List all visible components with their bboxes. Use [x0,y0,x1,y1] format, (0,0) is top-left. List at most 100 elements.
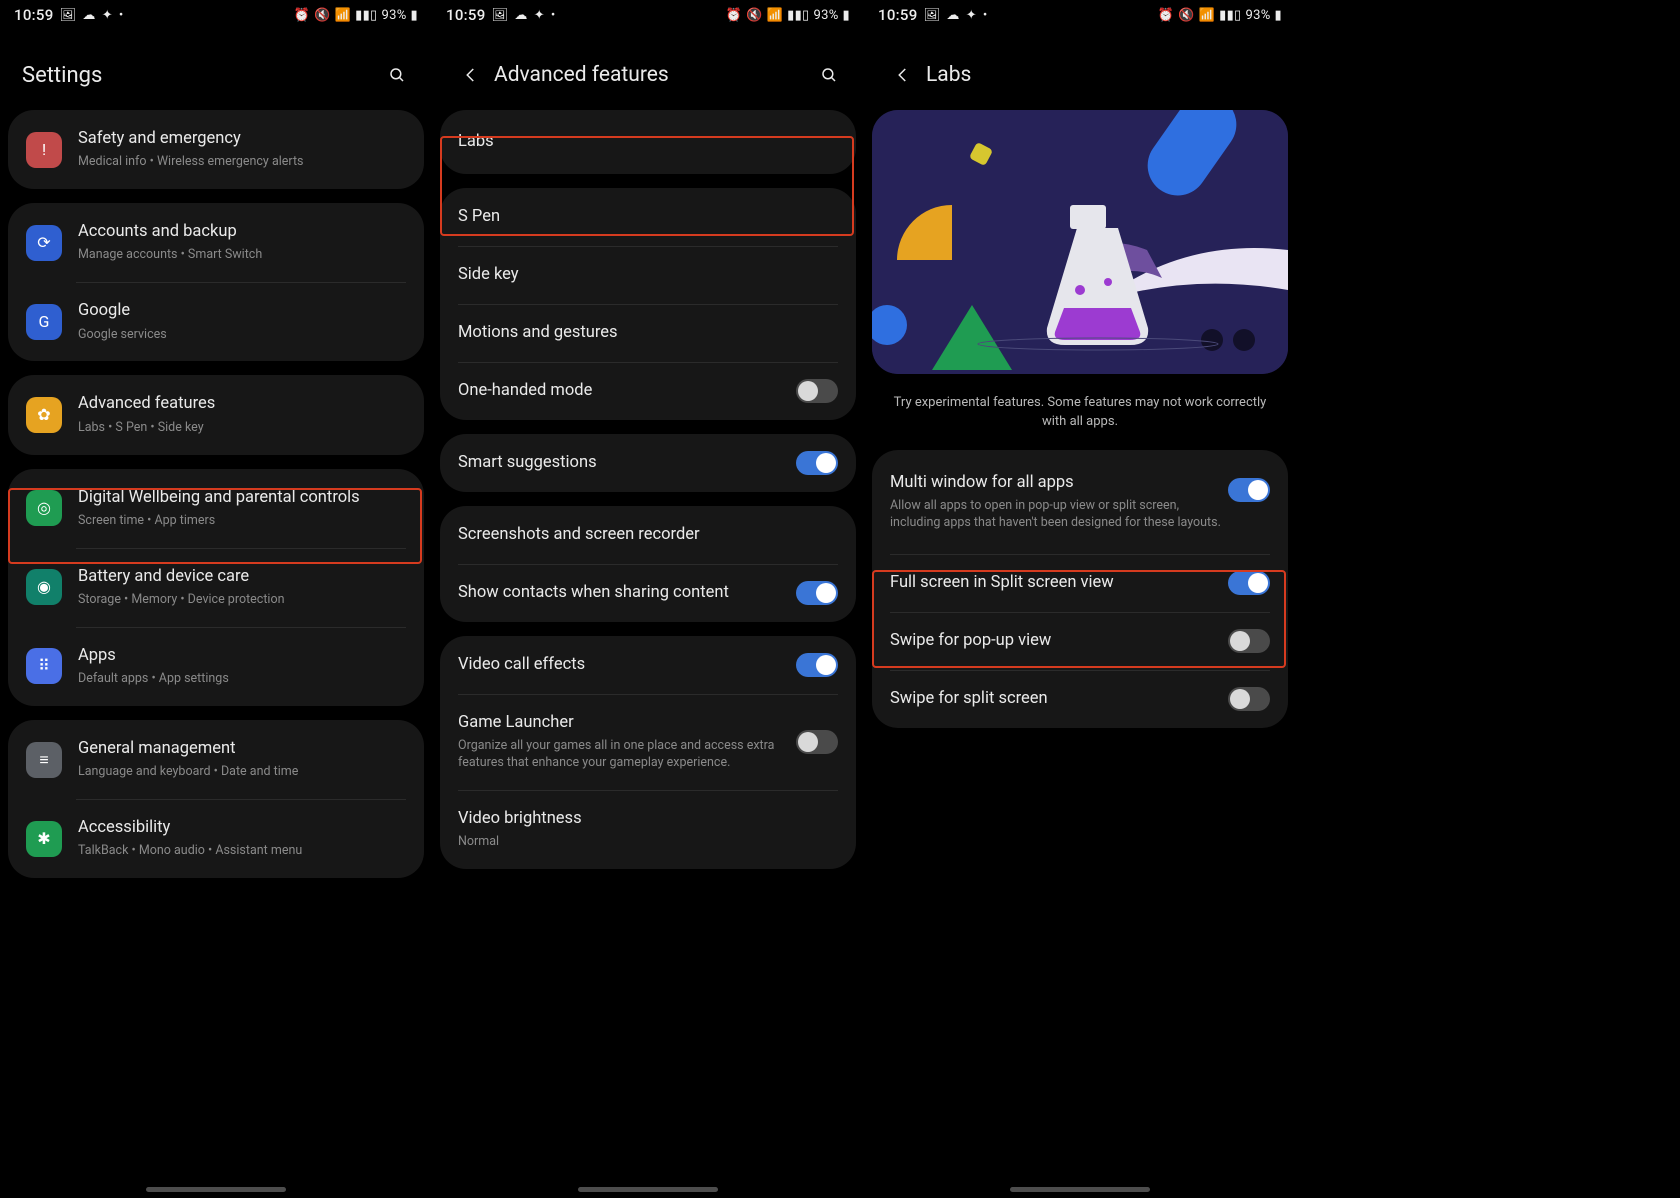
battery-icon: ▮ [843,8,850,23]
signal-icon: ▮▮▯ [787,8,809,23]
item-title: Safety and emergency [78,128,406,150]
battery-text: 93% [813,8,838,23]
mute-icon: 🔇 [314,8,331,23]
wifi-icon: 📶 [767,8,784,23]
search-icon[interactable] [812,58,846,92]
alarm-icon: ⏰ [294,8,311,23]
fitbit-icon: ✦ [102,8,113,23]
wifi-icon: 📶 [335,8,352,23]
mute-icon: 🔇 [1178,8,1195,23]
item-google[interactable]: G Google Google services [8,282,424,361]
more-icon: • [983,8,988,23]
item-accounts[interactable]: ⟳ Accounts and backup Manage accounts • … [8,203,424,282]
toggle-onehanded[interactable] [796,379,838,403]
group-input: S Pen Side key Motions and gestures One-… [440,188,856,420]
item-apps[interactable]: ⠿ Apps Default apps • App settings [8,627,424,706]
status-bar: 10:59 🖼 ☁ ✦ • ⏰ 🔇 📶 ▮▮▯ 93% ▮ [432,0,864,28]
item-full-screen-split[interactable]: Full screen in Split screen view [872,554,1288,612]
item-labs[interactable]: Labs [440,110,856,174]
fitbit-icon: ✦ [966,8,977,23]
group-media: Video call effects Game Launcher Organiz… [440,636,856,869]
item-motions[interactable]: Motions and gestures [440,304,856,362]
header-advanced: Advanced features [432,28,864,110]
item-video-call-effects[interactable]: Video call effects [440,636,856,694]
toggle-game-launcher[interactable] [796,730,838,754]
toggle-multi-window[interactable] [1228,478,1270,502]
alarm-icon: ⏰ [726,8,743,23]
item-share-contacts[interactable]: Show contacts when sharing content [440,564,856,622]
group-labs-options: Multi window for all apps Allow all apps… [872,450,1288,728]
status-bar: 10:59 🖼 ☁ ✦ • ⏰ 🔇 📶 ▮▮▯ 93% ▮ [0,0,432,28]
group-accounts-google: ⟳ Accounts and backup Manage accounts • … [8,203,424,361]
status-time: 10:59 [14,6,54,24]
toggle-swipe-popup[interactable] [1228,629,1270,653]
item-multi-window[interactable]: Multi window for all apps Allow all apps… [872,450,1288,554]
toggle-full-screen-split[interactable] [1228,571,1270,595]
item-video-brightness[interactable]: Video brightness Normal [440,790,856,869]
sliders-icon: ≡ [39,752,48,768]
item-battery-care[interactable]: ◉ Battery and device care Storage • Memo… [8,548,424,627]
wifi-icon: 📶 [1199,8,1216,23]
cloud-icon: ☁ [946,8,959,23]
back-button[interactable] [454,58,488,92]
item-screenshots[interactable]: Screenshots and screen recorder [440,506,856,564]
labs-hero [872,110,1288,374]
alarm-icon: ⏰ [1158,8,1175,23]
group-smart: Smart suggestions [440,434,856,492]
item-sidekey[interactable]: Side key [440,246,856,304]
toggle-swipe-split[interactable] [1228,687,1270,711]
battery-text: 93% [381,8,406,23]
phone-labs: 10:59 🖼 ☁ ✦ • ⏰ 🔇 📶 ▮▮▯ 93% ▮ Labs [864,0,1296,1198]
device-icon: ◉ [37,579,51,595]
item-safety[interactable]: ! Safety and emergency Medical info • Wi… [8,110,424,189]
status-time: 10:59 [446,6,486,24]
page-title: Advanced features [494,63,812,87]
search-icon[interactable] [380,58,414,92]
header-labs: Labs [864,28,1296,110]
nav-pill[interactable] [146,1187,286,1192]
mute-icon: 🔇 [746,8,763,23]
google-icon: G [39,314,50,330]
back-button[interactable] [886,58,920,92]
signal-icon: ▮▮▯ [1219,8,1241,23]
header-settings: Settings [0,28,432,110]
gallery-icon: 🖼 [60,8,77,23]
gallery-icon: 🖼 [492,8,509,23]
heart-icon: ◎ [37,500,51,516]
toggle-smart-suggestions[interactable] [796,451,838,475]
labs-note: Try experimental features. Some features… [864,388,1296,450]
item-swipe-split[interactable]: Swipe for split screen [872,670,1288,728]
nav-pill[interactable] [578,1187,718,1192]
item-general-management[interactable]: ≡ General management Language and keyboa… [8,720,424,799]
cloud-icon: ☁ [514,8,527,23]
battery-text: 93% [1245,8,1270,23]
item-sub: Medical info • Wireless emergency alerts [78,154,406,171]
sync-icon: ⟳ [37,235,50,251]
group-general: ≡ General management Language and keyboa… [8,720,424,878]
item-accessibility[interactable]: ✱ Accessibility TalkBack • Mono audio • … [8,799,424,878]
more-icon: • [119,8,124,23]
cloud-icon: ☁ [82,8,95,23]
toggle-share-contacts[interactable] [796,581,838,605]
group-sharing: Screenshots and screen recorder Show con… [440,506,856,622]
item-spen[interactable]: S Pen [440,188,856,246]
battery-icon: ▮ [1275,8,1282,23]
item-game-launcher[interactable]: Game Launcher Organize all your games al… [440,694,856,790]
more-icon: • [551,8,556,23]
apps-icon: ⠿ [38,658,50,674]
item-wellbeing[interactable]: ◎ Digital Wellbeing and parental control… [8,469,424,548]
item-swipe-popup[interactable]: Swipe for pop-up view [872,612,1288,670]
battery-icon: ▮ [411,8,418,23]
group-advanced: ✿ Advanced features Labs • S Pen • Side … [8,375,424,454]
warning-icon: ! [42,142,46,158]
gallery-icon: 🖼 [924,8,941,23]
toggle-video-call-effects[interactable] [796,653,838,677]
item-advanced-features[interactable]: ✿ Advanced features Labs • S Pen • Side … [8,375,424,454]
group-care: ◎ Digital Wellbeing and parental control… [8,469,424,706]
nav-pill[interactable] [1010,1187,1150,1192]
item-onehanded[interactable]: One-handed mode [440,362,856,420]
status-bar: 10:59 🖼 ☁ ✦ • ⏰ 🔇 📶 ▮▮▯ 93% ▮ [864,0,1296,28]
item-smart-suggestions[interactable]: Smart suggestions [440,434,856,492]
status-time: 10:59 [878,6,918,24]
gear-icon: ✿ [37,407,50,423]
